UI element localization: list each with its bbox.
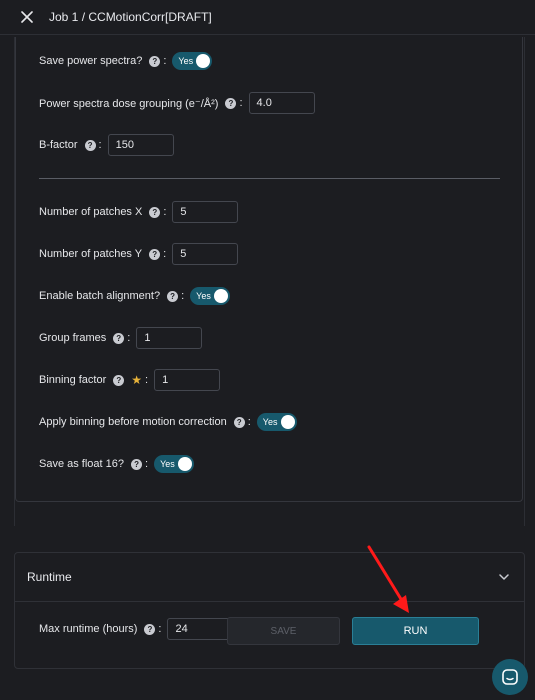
param-label: Max runtime (hours) bbox=[39, 623, 138, 635]
runtime-section: Runtime bbox=[14, 552, 525, 669]
label-colon: : bbox=[239, 97, 243, 109]
help-icon[interactable]: ? bbox=[149, 248, 161, 260]
max-runtime-input[interactable]: 24 bbox=[167, 618, 234, 640]
toggle-label: Yes bbox=[178, 56, 194, 66]
label-colon: : bbox=[158, 623, 162, 635]
chevron-down-icon[interactable] bbox=[498, 571, 510, 583]
power-spectra-grouping-input[interactable]: 4.0 bbox=[248, 92, 315, 114]
label-colon: : bbox=[145, 374, 149, 386]
param-label: Binning factor bbox=[39, 374, 107, 386]
page-title: Job 1 / CCMotionCorr[DRAFT] bbox=[49, 10, 212, 24]
label-colon: : bbox=[247, 416, 251, 428]
help-icon[interactable]: ? bbox=[149, 206, 161, 218]
label-colon: : bbox=[145, 458, 149, 470]
chat-button[interactable] bbox=[492, 659, 528, 695]
help-icon[interactable]: ? bbox=[131, 458, 143, 470]
float16-toggle[interactable]: Yes bbox=[154, 455, 195, 473]
param-patches-y: Number of patches Y ? : 5 bbox=[39, 242, 239, 266]
param-label: Number of patches Y bbox=[39, 248, 143, 260]
param-bfactor: B-factor ? : 150 bbox=[39, 133, 174, 157]
save-power-spectra-toggle[interactable]: Yes bbox=[172, 52, 213, 70]
toggle-label: Yes bbox=[262, 417, 278, 427]
label-colon: : bbox=[163, 248, 167, 260]
param-save-power-spectra: Save power spectra? ? : Yes bbox=[39, 49, 213, 73]
param-binning-factor: Binning factor ? ★ : 1 bbox=[39, 368, 221, 392]
label-colon: : bbox=[181, 290, 185, 302]
param-batch-alignment: Enable batch alignment? ? : Yes bbox=[39, 284, 231, 308]
toggle-label: Yes bbox=[196, 291, 211, 301]
top-bar: Job 1 / CCMotionCorr[DRAFT] bbox=[0, 0, 535, 35]
help-icon[interactable]: ? bbox=[113, 332, 125, 344]
section-divider bbox=[39, 178, 500, 179]
close-icon[interactable] bbox=[21, 11, 33, 23]
help-icon[interactable]: ? bbox=[144, 623, 156, 635]
batch-alignment-toggle[interactable]: Yes bbox=[190, 287, 231, 305]
param-label: Save as float 16? bbox=[39, 458, 125, 470]
param-label: Group frames bbox=[39, 332, 107, 344]
toggle-knob bbox=[280, 415, 295, 429]
toggle-knob bbox=[178, 457, 193, 471]
help-icon[interactable]: ? bbox=[113, 374, 125, 386]
help-icon[interactable]: ? bbox=[167, 290, 179, 302]
help-icon[interactable]: ? bbox=[84, 139, 96, 151]
patches-y-input[interactable]: 5 bbox=[172, 243, 239, 265]
apply-binning-toggle[interactable]: Yes bbox=[256, 413, 297, 431]
runtime-header[interactable]: Runtime bbox=[15, 553, 524, 602]
runtime-title: Runtime bbox=[27, 570, 72, 584]
param-max-runtime: Max runtime (hours) ? : 24 bbox=[39, 617, 234, 641]
help-icon[interactable]: ? bbox=[225, 97, 237, 109]
param-group-frames: Group frames ? : 1 bbox=[39, 326, 203, 350]
label-colon: : bbox=[127, 332, 131, 344]
bfactor-input[interactable]: 150 bbox=[107, 134, 174, 156]
toggle-label: Yes bbox=[160, 459, 175, 469]
param-label: Number of patches X bbox=[39, 206, 143, 218]
save-button[interactable]: SAVE bbox=[227, 617, 340, 645]
param-label: Apply binning before motion correction bbox=[39, 416, 227, 428]
binning-factor-input[interactable]: 1 bbox=[154, 369, 221, 391]
toggle-knob bbox=[196, 54, 211, 68]
param-label: Save power spectra? bbox=[39, 55, 143, 67]
toggle-knob bbox=[214, 289, 229, 303]
param-power-spectra-grouping: Power spectra dose grouping (e⁻/Å²) ? : … bbox=[39, 91, 315, 115]
param-label: B-factor bbox=[39, 139, 78, 151]
param-patches-x: Number of patches X ? : 5 bbox=[39, 200, 239, 224]
label-colon: : bbox=[98, 139, 102, 151]
help-icon[interactable]: ? bbox=[149, 55, 161, 67]
run-button[interactable]: RUN bbox=[352, 617, 479, 645]
group-frames-input[interactable]: 1 bbox=[136, 327, 203, 349]
patches-x-input[interactable]: 5 bbox=[172, 201, 239, 223]
label-colon: : bbox=[163, 206, 167, 218]
param-float16: Save as float 16? ? : Yes bbox=[39, 452, 195, 476]
param-label: Enable batch alignment? bbox=[39, 290, 161, 302]
param-apply-binning: Apply binning before motion correction ?… bbox=[39, 410, 297, 434]
annotation-arrow-icon bbox=[367, 545, 409, 613]
label-colon: : bbox=[163, 55, 167, 67]
param-label: Power spectra dose grouping (e⁻/Å²) bbox=[39, 97, 219, 110]
star-icon: ★ bbox=[131, 372, 143, 387]
chat-icon bbox=[502, 669, 518, 685]
help-icon[interactable]: ? bbox=[233, 416, 245, 428]
